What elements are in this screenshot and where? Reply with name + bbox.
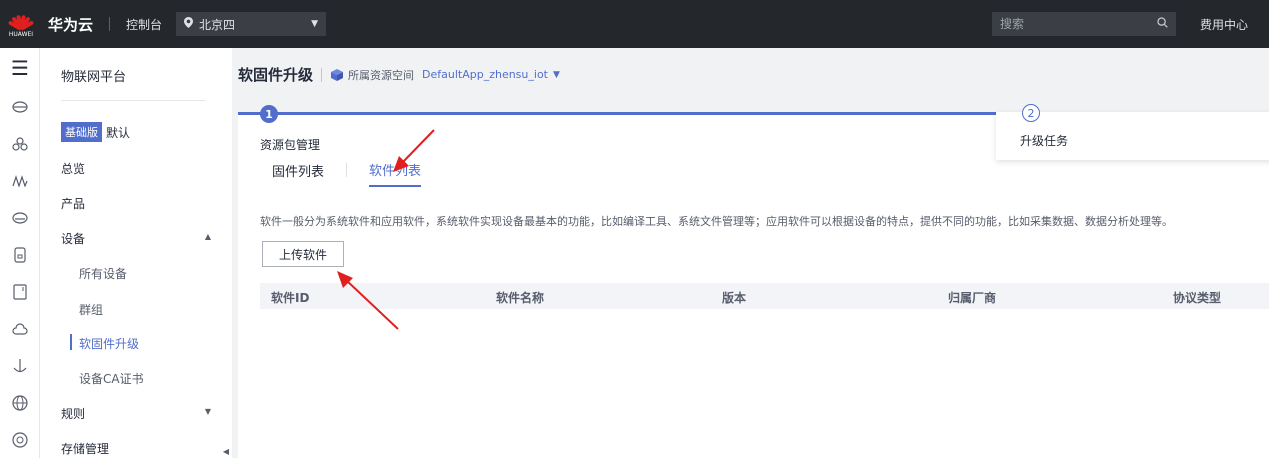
- server-icon[interactable]: [0, 236, 40, 273]
- tab-software-list[interactable]: 软件列表: [369, 160, 422, 187]
- divider: [61, 100, 206, 101]
- column-header-software-id[interactable]: 软件ID: [271, 289, 309, 306]
- nav-item-storage[interactable]: 存储管理: [61, 440, 211, 457]
- caret-down-icon[interactable]: ▼: [553, 70, 560, 80]
- edition-default-label: 默认: [106, 125, 131, 140]
- page-header: 软固件升级 所属资源空间 DefaultApp_zhensu_iot ▼: [238, 64, 560, 85]
- top-navigation-bar: HUAWEI 华为云 控制台 北京四 ▼ 费用中心: [0, 0, 1269, 48]
- divider: [109, 17, 111, 31]
- caret-up-icon: ▲: [204, 232, 211, 241]
- column-header-vendor[interactable]: 归属厂商: [948, 289, 996, 306]
- cloud-disk-icon[interactable]: [0, 88, 40, 125]
- device-icon[interactable]: [0, 273, 40, 310]
- page-title: 软固件升级: [238, 66, 314, 84]
- nav-item-devices[interactable]: 设备 ▲: [61, 230, 211, 247]
- huawei-petals-icon: [7, 11, 35, 31]
- service-icon-rail: ☰: [0, 48, 40, 458]
- nav-item-label: 存储管理: [61, 442, 110, 456]
- location-pin-icon: [184, 17, 194, 31]
- collapse-sidebar-handle[interactable]: ◀: [220, 422, 232, 458]
- software-table-header: 软件ID 软件名称 版本 归属厂商 协议类型: [260, 283, 1269, 309]
- caret-down-icon: ▼: [204, 407, 211, 416]
- nav-item-label: 产品: [61, 197, 86, 211]
- nav-item-label: 规则: [61, 407, 86, 421]
- column-header-protocol-type[interactable]: 协议类型: [1173, 289, 1221, 306]
- search-input[interactable]: [1000, 17, 1157, 31]
- nav-item-overview[interactable]: 总览: [61, 160, 211, 177]
- product-navigation: 物联网平台 基础版 默认 总览 产品 设备 ▲ 所有设备 群组 软固件升级 设备…: [41, 48, 220, 458]
- console-link[interactable]: 控制台: [126, 16, 162, 33]
- nav-item-label: 设备: [61, 232, 86, 246]
- search-box[interactable]: [992, 12, 1176, 36]
- logo-text: HUAWEI: [8, 30, 34, 38]
- list-tabs: 固件列表 软件列表: [272, 160, 422, 187]
- cube-icon: [330, 68, 344, 82]
- network-icon[interactable]: [0, 125, 40, 162]
- caret-left-icon: ◀: [222, 447, 230, 456]
- nav-sub-firmware-upgrade[interactable]: 软固件升级: [79, 335, 139, 352]
- active-indicator: [70, 334, 72, 350]
- step2-number: 2: [1022, 104, 1040, 122]
- step2-card[interactable]: 2 升级任务: [996, 104, 1269, 160]
- nav-item-products[interactable]: 产品: [61, 195, 211, 212]
- tab-firmware-list[interactable]: 固件列表: [272, 161, 324, 186]
- nav-item-label: 总览: [61, 162, 86, 176]
- monitor-icon[interactable]: [0, 162, 40, 199]
- step1-progress-line: [238, 112, 996, 115]
- edition-badge: 基础版: [61, 122, 102, 142]
- steps-panel: 1 资源包管理 2 升级任务 固件列表 软件列表 软件一般分为系统软件和应用软件…: [238, 104, 1269, 458]
- circle-icon[interactable]: [0, 421, 40, 458]
- nav-item-rules[interactable]: 规则 ▼: [61, 405, 211, 422]
- search-icon[interactable]: [1157, 17, 1168, 31]
- resource-space-selector[interactable]: DefaultApp_zhensu_iot: [422, 68, 548, 81]
- database-icon[interactable]: [0, 199, 40, 236]
- nav-sub-all-devices[interactable]: 所有设备: [79, 265, 127, 282]
- column-header-software-name[interactable]: 软件名称: [496, 289, 544, 306]
- huawei-logo[interactable]: HUAWEI: [2, 0, 40, 48]
- edition-selector[interactable]: 基础版 默认: [61, 122, 130, 142]
- caret-down-icon: ▼: [311, 19, 319, 29]
- fee-center-link[interactable]: 费用中心: [1200, 16, 1248, 33]
- divider: [321, 67, 323, 82]
- column-header-version[interactable]: 版本: [722, 289, 746, 306]
- nav-sub-ca-cert[interactable]: 设备CA证书: [79, 370, 144, 387]
- tab-divider: [346, 163, 348, 177]
- upload-software-button[interactable]: 上传软件: [262, 241, 344, 267]
- resource-space-label: 所属资源空间: [348, 68, 415, 82]
- cloud-icon[interactable]: [0, 310, 40, 347]
- main-content: 软固件升级 所属资源空间 DefaultApp_zhensu_iot ▼ 1 资…: [232, 48, 1269, 458]
- menu-icon[interactable]: ☰: [0, 48, 40, 88]
- anchor-icon[interactable]: [0, 347, 40, 384]
- step2-label: 升级任务: [1020, 134, 1069, 148]
- software-description: 软件一般分为系统软件和应用软件，系统软件实现设备最基本的功能，比如编译工具、系统…: [260, 215, 1173, 228]
- region-label: 北京四: [199, 17, 236, 32]
- step1-number: 1: [260, 105, 278, 123]
- globe-icon[interactable]: [0, 384, 40, 421]
- region-selector[interactable]: 北京四 ▼: [176, 12, 327, 36]
- nav-title: 物联网平台: [61, 70, 127, 85]
- step1-label: 资源包管理: [260, 138, 321, 152]
- nav-sub-groups[interactable]: 群组: [79, 301, 103, 318]
- brand-name[interactable]: 华为云: [48, 14, 93, 35]
